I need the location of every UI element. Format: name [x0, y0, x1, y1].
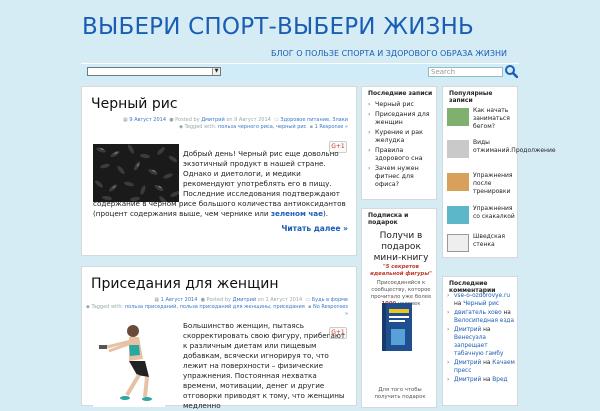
post-responses[interactable]: No Responses »	[313, 304, 348, 317]
main-content: Черный рис ▦ 9 Август 2014 ● Posted by Д…	[81, 86, 357, 410]
chevron-down-icon[interactable]: ▼	[212, 68, 220, 75]
comment-author[interactable]: Дмитрий	[454, 360, 481, 366]
comment-post[interactable]: Черный рис	[463, 301, 499, 307]
calendar-icon: ▦	[154, 297, 160, 303]
folder-icon: ▭	[305, 297, 311, 303]
popular-posts-widget: Популярные записи Как начать заниматься …	[442, 86, 556, 259]
excerpt-link[interactable]: зеленом чае	[271, 209, 323, 218]
list-item: Дмитрий на Венесуэла запрещает табачную …	[447, 326, 519, 358]
book-title: "5 секретов идеальной фигуры"	[370, 264, 432, 277]
post-on-date: on 9 Август 2014	[226, 117, 271, 123]
posted-by-label: Posted by	[206, 297, 231, 303]
post-thumbnail	[447, 108, 469, 126]
calendar-icon: ▦	[122, 117, 128, 123]
post-responses[interactable]: 1 Response »	[315, 124, 348, 130]
post-date[interactable]: 1 Август 2014	[161, 297, 198, 303]
list-item[interactable]: Упражнения после тренировки	[447, 170, 519, 198]
search-input[interactable]: Search	[428, 67, 503, 77]
post-thumbnail	[447, 206, 469, 224]
tags-label: Tagged with:	[91, 304, 124, 310]
folder-icon: ▭	[274, 117, 279, 123]
comment-post[interactable]: Венесуэла запрещает табачную гамбу	[454, 335, 503, 357]
list-item[interactable]: Упражнения со скакалкой	[447, 203, 519, 231]
comment-icon: ▪	[308, 304, 312, 310]
comment-on-label: на	[503, 310, 511, 316]
post-excerpt: Большинство женщин, пытаясь скорректиров…	[183, 321, 346, 410]
list-item[interactable]: Черный рис	[368, 101, 434, 109]
post-card: Приседания для женщин ▦ 1 Август 2014 ● …	[81, 266, 357, 410]
left-sidebar: Последние записи Черный рис Приседания д…	[361, 86, 437, 408]
list-item[interactable]: Курение и рак желудка	[368, 129, 434, 145]
post-tags[interactable]: польза черного риса, черный рис	[218, 124, 306, 130]
subscribe-headline: Получи в подарок мини-книгу	[373, 231, 429, 263]
user-icon: ●	[200, 297, 205, 303]
post-author[interactable]: Дмитрий	[201, 117, 225, 123]
comment-on-label: на	[483, 360, 491, 366]
comment-author[interactable]: Дмитрий	[454, 377, 481, 383]
comment-author[interactable]: двигатель хово	[454, 310, 502, 316]
comment-post[interactable]: Велосипедная езда	[454, 318, 514, 324]
site-tagline: БЛОГ О ПОЛЬЗЕ СПОРТА И ЗДОРОВОГО ОБРАЗА …	[270, 49, 507, 58]
ebook-cover-image	[382, 303, 412, 351]
post-excerpt: Добрый день! Черный рис еще довольно экз…	[93, 149, 351, 219]
right-sidebar: Популярные записи Как начать заниматься …	[442, 86, 556, 406]
list-item: двигатель хово на Велосипедная езда	[447, 309, 519, 325]
post-on-date: on 1 Август 2014	[257, 297, 303, 303]
tag-icon: ◆	[86, 304, 90, 310]
squat-woman-image	[93, 315, 165, 407]
popular-post-title[interactable]: Упражнения после тренировки	[473, 172, 521, 196]
comment-on-label: на	[483, 377, 491, 383]
subscribe-text-pre: Присоединяйся к сообществу, которое проч…	[370, 280, 432, 300]
search-icon[interactable]	[504, 64, 518, 78]
list-item[interactable]: Как начать заниматься бегом?	[447, 105, 519, 133]
comment-author[interactable]: vse-o-ozdorovye.ru	[454, 293, 510, 299]
list-item[interactable]: Зачем нужен фитнес для офиса?	[368, 165, 434, 189]
list-item[interactable]: Правила здорового сна	[368, 147, 434, 163]
popular-post-title[interactable]: Виды отжиманий.Продолжение	[473, 139, 556, 155]
post-thumbnail	[447, 173, 469, 191]
list-item[interactable]: Виды отжиманий.Продолжение	[447, 137, 556, 165]
site-title[interactable]: ВЫБЕРИ СПОРТ-ВЫБЕРИ ЖИЗНЬ	[82, 14, 474, 40]
post-date[interactable]: 9 Август 2014	[129, 117, 166, 123]
post-thumbnail	[447, 140, 469, 158]
subscribe-bottom-text: Для того чтобы получить подарок	[374, 387, 426, 400]
nav-select[interactable]: ▼	[87, 67, 221, 76]
list-item: Дмитрий на Качаем пресс	[447, 359, 519, 375]
widget-title: Подписка и подарок	[368, 212, 409, 226]
post-categories[interactable]: Здоровое питание, Злаки	[280, 117, 348, 123]
comment-on-label: на	[483, 327, 491, 333]
list-item[interactable]: Приседания для женщин	[368, 111, 434, 127]
posted-by-label: Posted by	[175, 117, 200, 123]
comment-post[interactable]: Вред	[492, 377, 507, 383]
subscribe-widget: Подписка и подарок Получи в подарок мини…	[361, 208, 437, 408]
user-icon: ●	[169, 117, 174, 123]
list-item: vse-o-ozdorovye.ru на Черный рис	[447, 292, 519, 308]
tag-icon: ◆	[179, 124, 183, 130]
comment-author[interactable]: Дмитрий	[454, 327, 481, 333]
popular-post-title[interactable]: Шведская стенка	[473, 233, 521, 249]
post-author[interactable]: Дмитрий	[233, 297, 257, 303]
excerpt-end: ).	[323, 209, 329, 218]
post-categories[interactable]: Будь в форме	[312, 297, 348, 303]
post-card: Черный рис ▦ 9 Август 2014 ● Posted by Д…	[81, 86, 357, 256]
post-meta: ▦ 9 Август 2014 ● Posted by Дмитрий on 9…	[82, 117, 348, 131]
post-thumbnail	[447, 234, 469, 252]
comment-on-label: на	[454, 301, 462, 307]
recent-posts-widget: Последние записи Черный рис Приседания д…	[361, 86, 437, 200]
post-tags[interactable]: польза приседаний, польза приседаний для…	[125, 304, 305, 310]
list-item: Дмитрий на Вред	[447, 376, 519, 384]
navigation-bar: ▼ Search	[81, 63, 519, 80]
post-title[interactable]: Приседания для женщин	[91, 276, 279, 292]
tags-label: Tagged with:	[184, 124, 217, 130]
list-item[interactable]: Шведская стенка	[447, 231, 519, 259]
popular-post-title[interactable]: Упражнения со скакалкой	[473, 205, 521, 221]
post-title[interactable]: Черный рис	[91, 96, 178, 112]
comment-icon: ▪	[309, 124, 313, 130]
popular-post-title[interactable]: Как начать заниматься бегом?	[473, 107, 521, 131]
widget-title: Популярные записи	[449, 90, 493, 104]
recent-comments-widget: Последние комментарии vse-o-ozdorovye.ru…	[442, 276, 518, 406]
read-more-link[interactable]: Читать далее »	[281, 224, 348, 233]
widget-title: Последние записи	[368, 90, 433, 97]
